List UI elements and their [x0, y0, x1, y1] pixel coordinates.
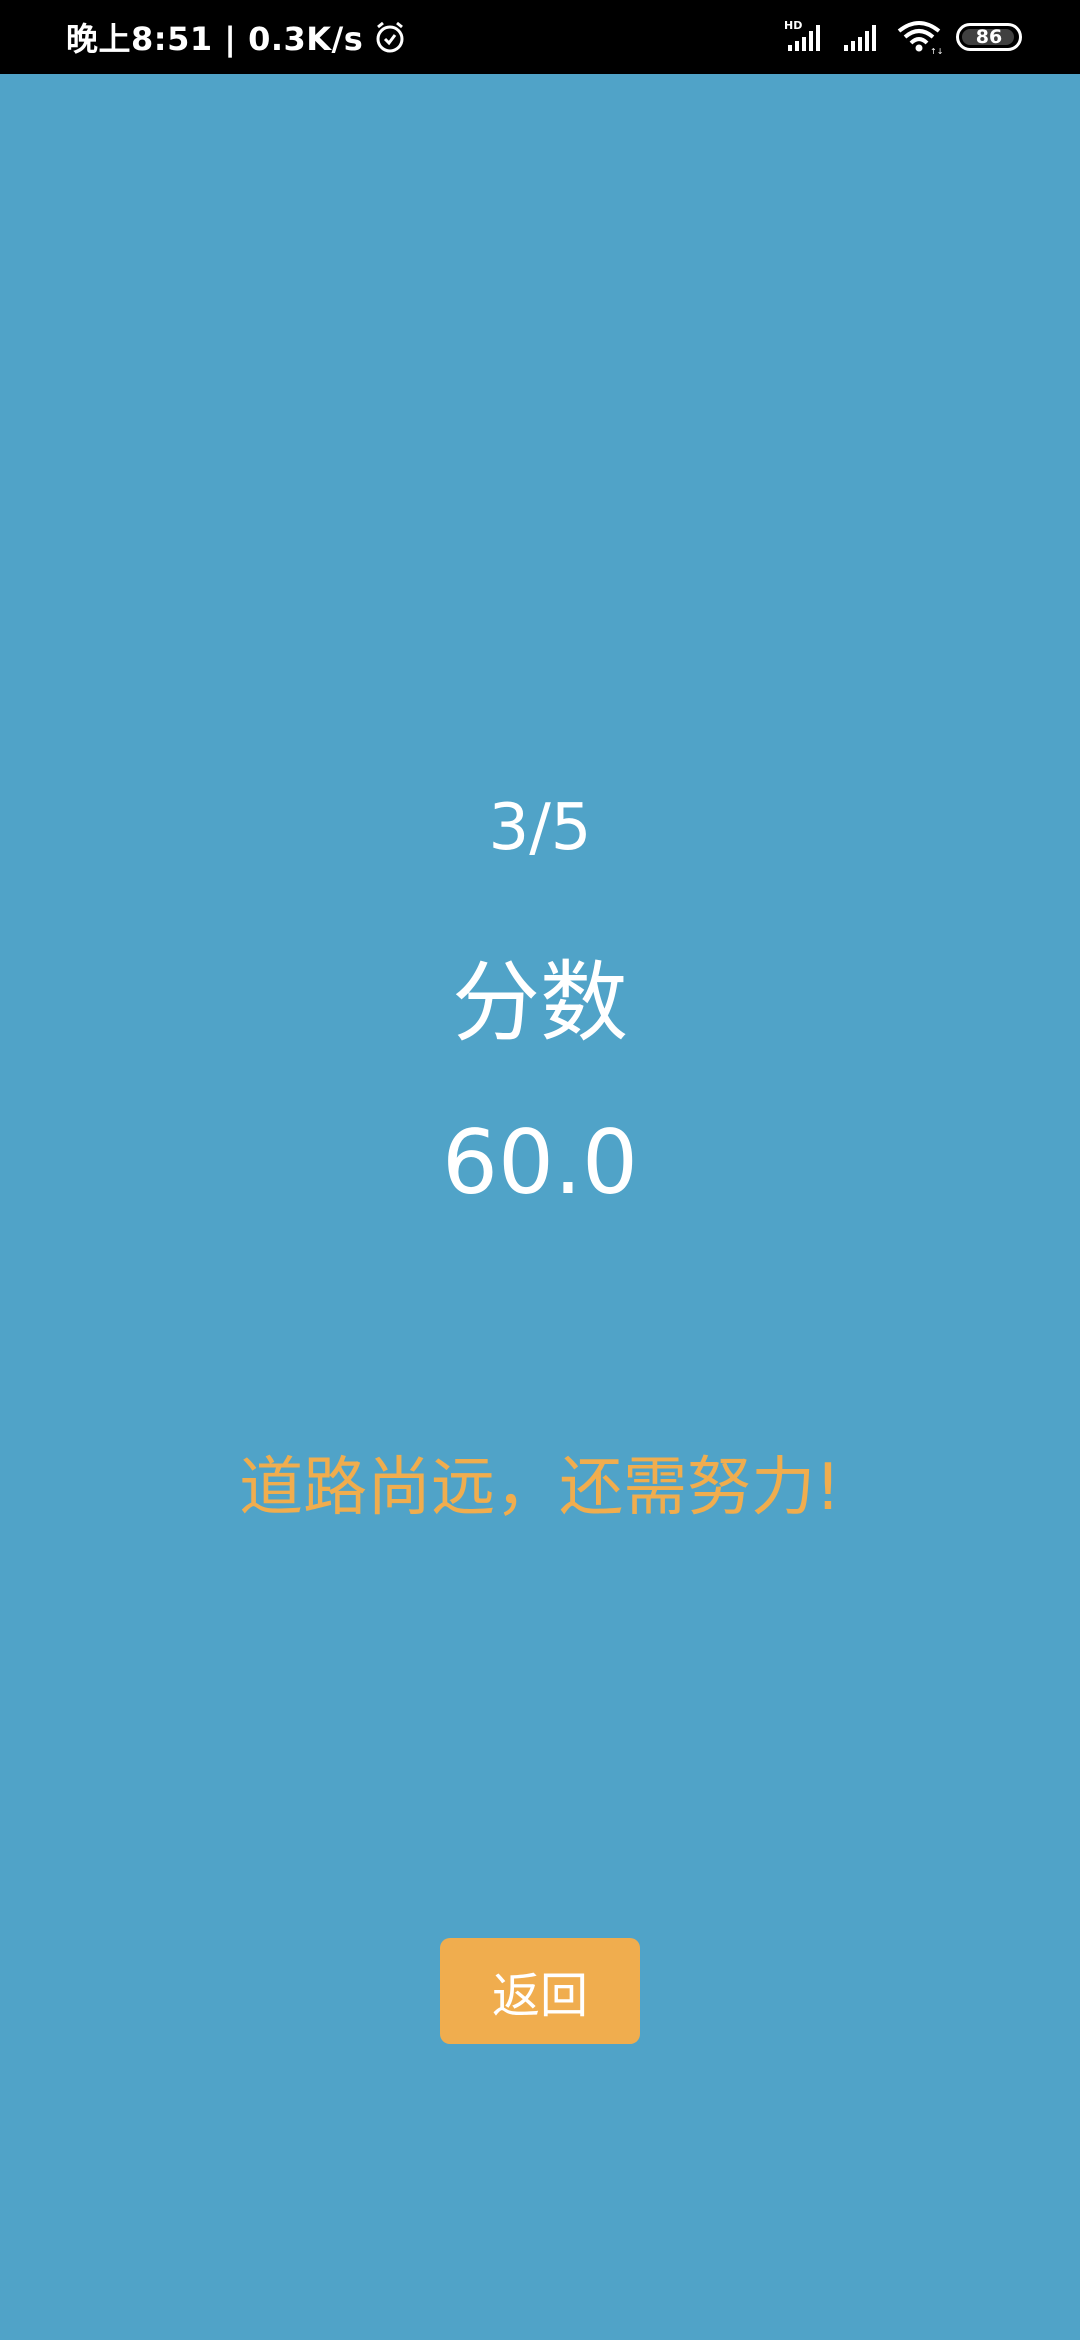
status-time-speed: 晚上8:51 | 0.3K/s	[66, 20, 364, 58]
signal-icon	[844, 25, 876, 51]
svg-text:HD: HD	[784, 19, 802, 32]
score-value: 60.0	[442, 1111, 638, 1214]
status-left: 晚上8:51 | 0.3K/s	[66, 0, 407, 74]
alarm-icon	[376, 21, 404, 53]
battery-level: 86	[975, 26, 1003, 48]
battery-icon: 86	[956, 23, 1022, 51]
back-button[interactable]: 返回	[440, 1938, 640, 2044]
wifi-icon: ↑↓	[897, 21, 942, 55]
status-bar: 晚上8:51 | 0.3K/s HD ↑↓ 86	[0, 0, 1080, 74]
question-progress: 3/5	[488, 791, 592, 865]
status-right: HD ↑↓ 86	[784, 0, 1022, 74]
svg-text:↑↓: ↑↓	[930, 47, 942, 55]
result-screen: 3/5 分数 60.0 道路尚远，还需努力! 返回	[0, 74, 1080, 2340]
score-label: 分数	[451, 951, 628, 1054]
feedback-message: 道路尚远，还需努力!	[239, 1451, 841, 1525]
hd-signal-icon: HD	[784, 19, 820, 51]
